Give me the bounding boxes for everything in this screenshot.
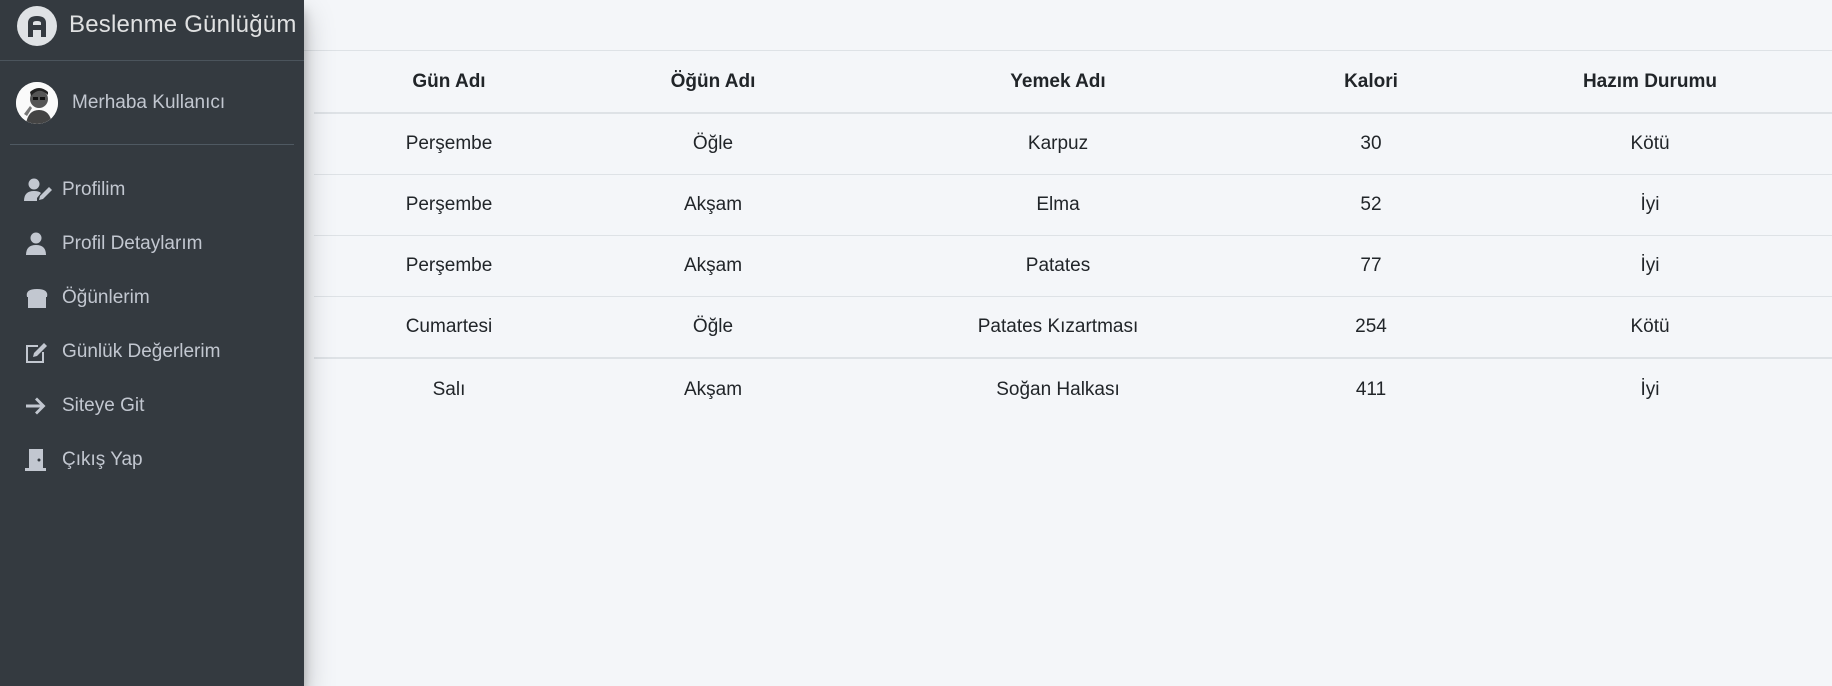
sidebar-nav: Profilim Profil Detaylarım Öğünlerim Gün… [0,163,304,487]
cell-meal: Öğle [584,296,842,358]
avatar[interactable] [16,81,58,124]
cell-food: Patates [842,235,1274,297]
table-row: Cumartesi Öğle Patates Kızartması 254 Kö… [314,296,1832,358]
door-icon [24,448,54,472]
sidebar-item-gunluk-degerlerim[interactable]: Günlük Değerlerim [0,325,304,379]
header-hazim-durumu: Hazım Durumu [1468,52,1832,114]
sidebar-item-label: Öğünlerim [62,287,150,308]
table-row: Perşembe Akşam Elma 52 İyi [314,174,1832,236]
cell-day: Cumartesi [314,296,584,358]
header-gun-adi: Gün Adı [314,52,584,114]
brand-title: Beslenme Günlüğüm [69,11,297,38]
cell-calories: 77 [1274,235,1468,297]
cell-day: Salı [314,357,584,421]
user-edit-icon [24,178,54,202]
user-greeting[interactable]: Merhaba Kullanıcı [72,92,225,114]
cell-food: Patates Kızartması [842,296,1274,358]
brand-logo-icon [17,6,57,46]
cell-calories: 254 [1274,296,1468,358]
cell-day: Perşembe [314,174,584,236]
cell-calories: 52 [1274,174,1468,236]
top-navbar [304,0,1832,51]
table-row: Salı Akşam Soğan Halkası 411 İyi [314,357,1832,421]
sidebar: Beslenme Günlüğüm Merhaba Kullanıcı Prof… [0,0,304,686]
brand-link[interactable]: Beslenme Günlüğüm [0,0,304,61]
sidebar-item-siteye-git[interactable]: Siteye Git [0,379,304,433]
table-row: Perşembe Öğle Karpuz 30 Kötü [314,112,1832,175]
cell-digestion: İyi [1468,174,1832,236]
cell-digestion: İyi [1468,357,1832,421]
cell-day: Perşembe [314,235,584,297]
cell-digestion: İyi [1468,235,1832,297]
sidebar-item-cikis-yap[interactable]: Çıkış Yap [0,433,304,487]
user-panel: Merhaba Kullanıcı [10,61,294,145]
sidebar-item-profilim[interactable]: Profilim [0,163,304,217]
sidebar-item-label: Siteye Git [62,395,145,416]
cell-digestion: Kötü [1468,296,1832,358]
table-header-row: Gün Adı Öğün Adı Yemek Adı Kalori Hazım … [314,52,1832,114]
bread-icon [24,286,54,310]
sidebar-item-label: Günlük Değerlerim [62,341,221,362]
user-icon [24,232,54,256]
sidebar-item-profil-detaylarim[interactable]: Profil Detaylarım [0,217,304,271]
header-kalori: Kalori [1274,52,1468,114]
cell-day: Perşembe [314,112,584,175]
arrow-right-icon [24,394,54,418]
cell-meal: Akşam [584,174,842,236]
cell-food: Elma [842,174,1274,236]
sidebar-item-label: Çıkış Yap [62,449,143,470]
table-row: Perşembe Akşam Patates 77 İyi [314,235,1832,297]
cell-meal: Akşam [584,357,842,421]
cell-meal: Öğle [584,112,842,175]
header-yemek-adi: Yemek Adı [842,52,1274,114]
sidebar-item-label: Profilim [62,179,126,200]
sidebar-item-ogunlerim[interactable]: Öğünlerim [0,271,304,325]
header-ogun-adi: Öğün Adı [584,52,842,114]
cell-food: Soğan Halkası [842,357,1274,421]
cell-food: Karpuz [842,112,1274,175]
meals-table: Gün Adı Öğün Adı Yemek Adı Kalori Hazım … [314,52,1832,421]
main-content: Gün Adı Öğün Adı Yemek Adı Kalori Hazım … [304,0,1832,686]
edit-icon [24,340,54,364]
cell-meal: Akşam [584,235,842,297]
cell-calories: 411 [1274,357,1468,421]
sidebar-item-label: Profil Detaylarım [62,233,203,254]
cell-digestion: Kötü [1468,112,1832,175]
cell-calories: 30 [1274,112,1468,175]
